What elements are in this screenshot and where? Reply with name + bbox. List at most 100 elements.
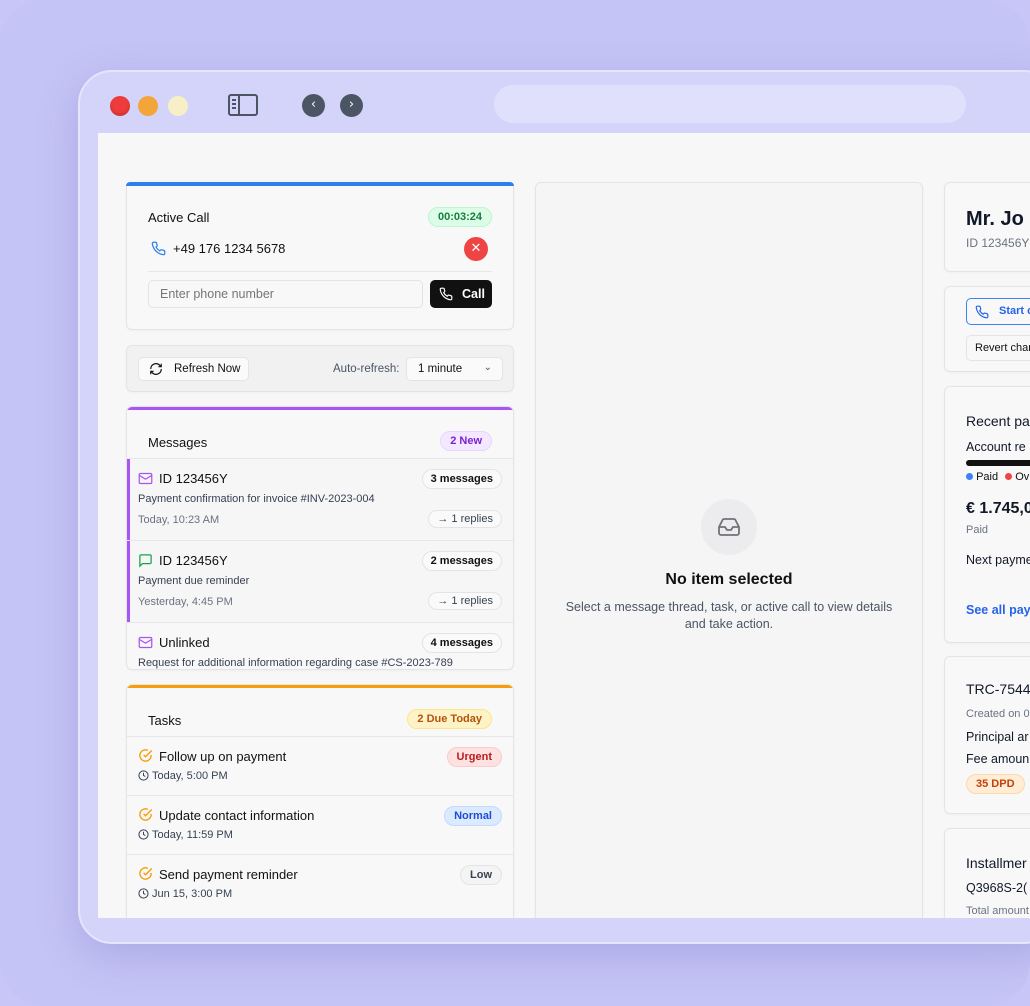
payment-progress-bar (966, 460, 1030, 466)
detail-panel: No item selected Select a message thread… (535, 182, 923, 918)
forward-arrow-icon[interactable]: › (340, 94, 363, 117)
message-preview: Payment confirmation for invoice #INV-20… (138, 493, 375, 505)
refresh-bar: Refresh Now Auto-refresh: 1 minute ⌄ (126, 345, 514, 392)
message-thread[interactable]: ID 123456Y 2 messages Payment due remind… (127, 540, 513, 622)
chevron-down-icon: ⌄ (483, 362, 492, 373)
phone-icon (439, 287, 453, 301)
customer-header-card: Mr. Jo ID 123456Y (944, 182, 1030, 272)
end-call-button[interactable]: ✕ (464, 237, 488, 261)
next-payment-label: Next payme (966, 553, 1030, 567)
clock-icon (138, 888, 149, 899)
close-window-button[interactable] (110, 96, 130, 116)
message-timestamp: Yesterday, 4:45 PM (138, 596, 233, 608)
message-thread-title: ID 123456Y (159, 471, 228, 486)
task-due-time-text: Jun 15, 3:00 PM (152, 888, 233, 900)
customer-actions-card: Start c Revert char (944, 286, 1030, 372)
auto-refresh-label: Auto-refresh: (333, 363, 400, 375)
installment-id: Q3968S-2( (966, 881, 1028, 895)
message-thread-title: Unlinked (159, 635, 210, 650)
card-accent-bar (126, 182, 514, 186)
paid-amount: € 1.745,0 (966, 500, 1030, 517)
total-amount-label: Total amount (966, 905, 1029, 917)
start-call-button[interactable]: Start c (966, 298, 1030, 325)
overdue-legend-dot (1005, 473, 1013, 480)
auto-refresh-value: 1 minute (418, 363, 463, 375)
active-call-card: Active Call 00:03:24 +49 176 1234 5678 ✕… (126, 182, 514, 330)
task-due-time-text: Today, 5:00 PM (152, 770, 228, 782)
revert-changes-button[interactable]: Revert char (966, 335, 1030, 361)
card-accent-bar (127, 407, 513, 410)
recent-payments-card: Recent pa Account re Paid Ov € 1.745,0 P… (944, 386, 1030, 643)
case-created-date: Created on 0 (966, 708, 1030, 720)
address-bar[interactable] (494, 85, 966, 123)
message-thread[interactable]: ID 123456Y 3 messages Payment confirmati… (127, 458, 513, 540)
call-button[interactable]: Call (430, 280, 492, 308)
priority-badge: Normal (444, 806, 502, 826)
paid-legend-label: Paid (976, 471, 999, 483)
tasks-title: Tasks (148, 713, 182, 728)
task-title: Follow up on payment (159, 749, 287, 764)
case-id: TRC-7544 (966, 681, 1030, 697)
active-phone-number: +49 176 1234 5678 (173, 241, 286, 256)
refresh-now-button[interactable]: Refresh Now (138, 357, 249, 381)
task-item[interactable]: Send payment reminder Low Jun 15, 3:00 P… (127, 854, 513, 913)
refresh-icon (150, 363, 162, 375)
dpd-badge: 35 DPD (966, 774, 1025, 794)
message-thread-title: ID 123456Y (159, 553, 228, 568)
overdue-legend-label: Ov (1015, 471, 1030, 483)
active-call-title: Active Call (148, 210, 210, 225)
divider (148, 271, 492, 272)
priority-badge: Low (460, 865, 502, 885)
inbox-icon (701, 499, 757, 555)
task-due-time: Today, 5:00 PM (138, 770, 228, 782)
back-arrow-icon[interactable]: ‹ (302, 94, 325, 117)
start-call-label: Start c (999, 305, 1030, 317)
messages-title: Messages (148, 435, 208, 450)
message-count-badge: 2 messages (421, 551, 502, 571)
priority-badge: Urgent (446, 747, 502, 767)
account-label: Account re (966, 440, 1026, 454)
customer-id: ID 123456Y (966, 236, 1030, 250)
call-timer-badge: 00:03:24 (427, 207, 492, 227)
task-due-time-text: Today, 11:59 PM (152, 829, 233, 841)
clock-icon (138, 770, 149, 781)
clock-icon (138, 829, 149, 840)
phone-icon (151, 241, 166, 256)
fee-amount-label: Fee amoun (966, 752, 1030, 766)
messages-card: Messages 2 New ID 123456Y 3 messages Pay… (126, 406, 514, 670)
minimize-window-button[interactable] (138, 96, 158, 116)
message-thread[interactable]: Unlinked 4 messages Request for addition… (127, 622, 513, 669)
mail-icon (138, 472, 153, 485)
task-item[interactable]: Follow up on payment Urgent Today, 5:00 … (127, 736, 513, 795)
see-all-payments-link[interactable]: See all pay (966, 603, 1030, 617)
customer-name: Mr. Jo (966, 208, 1024, 230)
case-card: TRC-7544 Created on 0 Principal ar Fee a… (944, 656, 1030, 814)
task-check-icon (139, 867, 153, 880)
sidebar-toggle-icon[interactable] (228, 94, 258, 116)
chat-icon (139, 554, 152, 568)
tasks-card: Tasks 2 Due Today Follow up on payment U… (126, 684, 514, 918)
revert-changes-label: Revert char (975, 342, 1030, 354)
replies-badge[interactable]: → 1 replies (428, 510, 502, 528)
recent-payments-title: Recent pa (966, 413, 1030, 429)
task-item[interactable]: Update contact information Normal Today,… (127, 795, 513, 854)
auto-refresh-select[interactable]: 1 minute ⌄ (406, 357, 503, 381)
phone-number-input[interactable] (148, 280, 423, 308)
task-title: Send payment reminder (159, 867, 298, 882)
new-messages-badge: 2 New (440, 431, 492, 451)
maximize-window-button[interactable] (168, 96, 188, 116)
task-due-time: Today, 11:59 PM (138, 829, 233, 841)
payment-legend: Paid Ov (966, 471, 1029, 483)
replies-badge[interactable]: → 1 replies (428, 592, 502, 610)
task-title: Update contact information (159, 808, 315, 823)
installments-card: Installmer Q3968S-2( Total amount (944, 828, 1030, 918)
installments-title: Installmer (966, 855, 1027, 871)
empty-state-description: Select a message thread, task, or active… (565, 600, 893, 631)
paid-legend-dot (966, 473, 973, 480)
empty-state-title: No item selected (665, 571, 793, 588)
principal-amount-label: Principal ar (966, 730, 1029, 744)
app-background: ‹ › Active Call 00:03:24 +49 176 1234 56… (0, 0, 1030, 1006)
message-preview: Payment due reminder (138, 575, 250, 587)
task-check-icon (139, 808, 153, 821)
call-button-label: Call (462, 287, 485, 301)
